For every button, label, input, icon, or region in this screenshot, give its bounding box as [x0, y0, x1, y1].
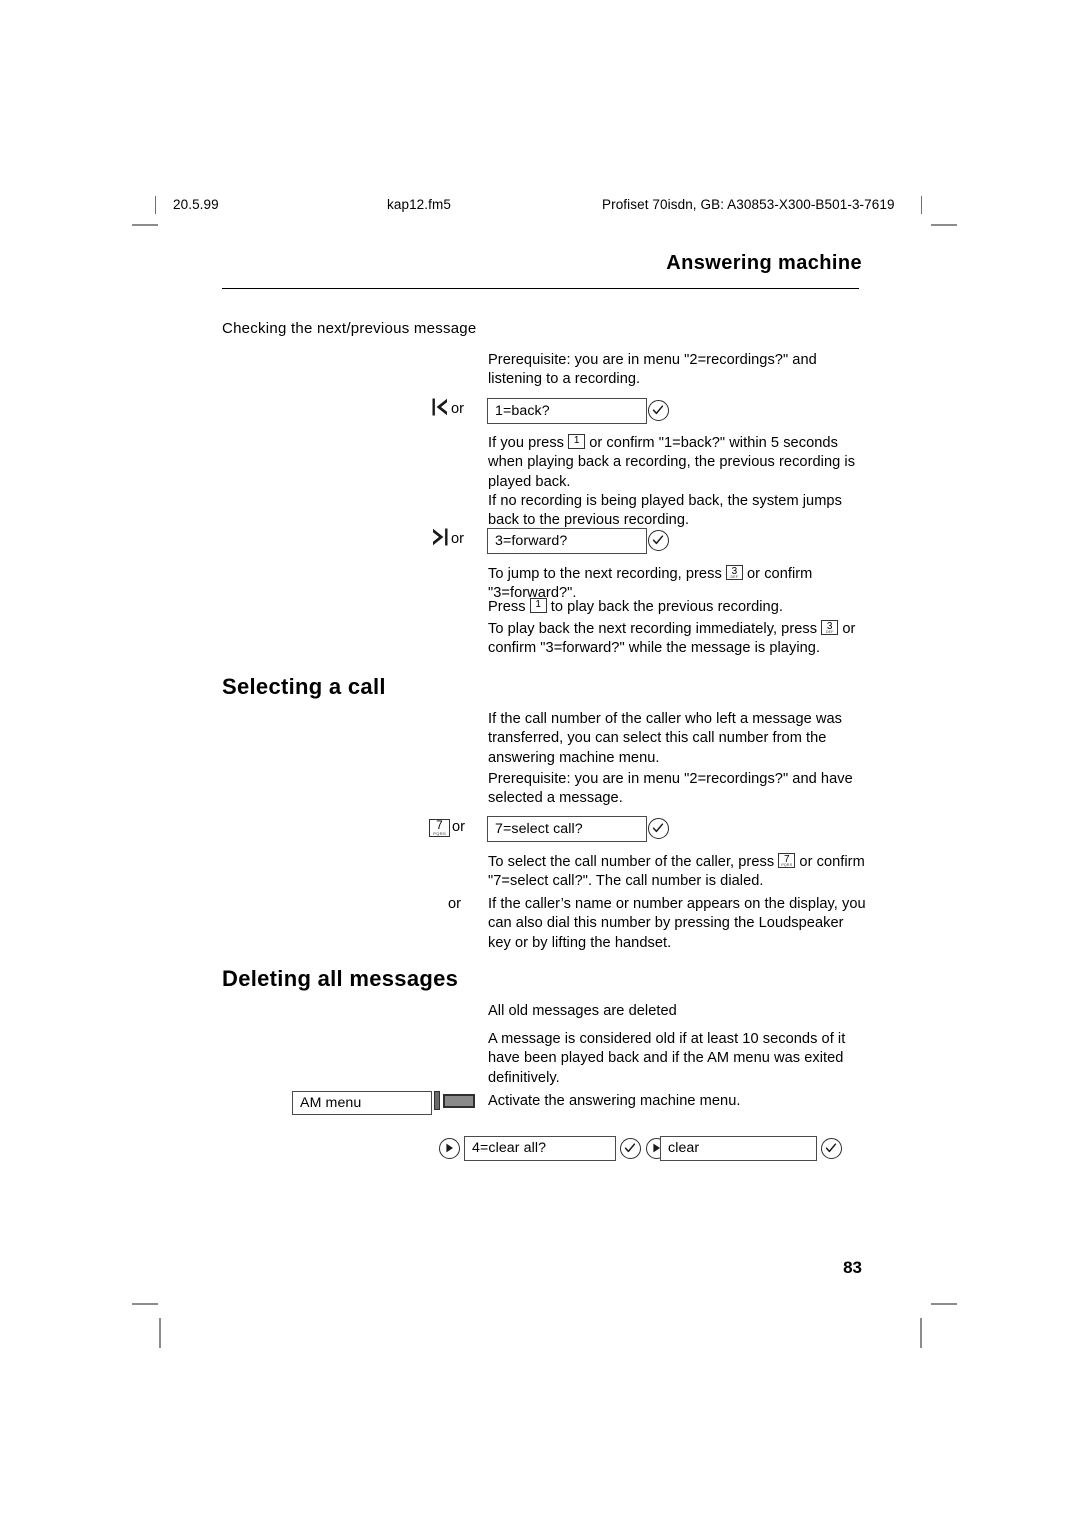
key-1-number: 1: [535, 598, 541, 610]
back-text-lead: If you press: [488, 435, 569, 451]
am-menu-description: Activate the answering machine menu.: [488, 1093, 741, 1109]
display-3-forward[interactable]: 3=forward?: [487, 528, 647, 554]
crop-mark-top-left: [132, 224, 158, 226]
function-key-icon[interactable]: [434, 1091, 440, 1110]
crop-mark-bottom-right: [931, 1303, 957, 1305]
key-1-icon: 1: [568, 434, 586, 449]
checking-intro: Prerequisite: you are in menu "2=recordi…: [488, 352, 817, 388]
selecting-para-2: Prerequisite: you are in menu "2=recordi…: [488, 771, 853, 807]
file-header: 20.5.99 kap12.fm5 Profiset 70isdn, GB: A…: [155, 196, 925, 216]
confirm-check-icon[interactable]: [648, 400, 669, 421]
back-row-or: or: [451, 401, 464, 417]
key-7-number: 7: [436, 819, 443, 832]
key-3-sub: DEF: [825, 629, 834, 634]
key-7-sub: PQRS: [781, 862, 793, 867]
running-head: Answering machine: [666, 252, 862, 274]
checking-back-text-2: If no recording is being played back, th…: [488, 493, 842, 529]
selecting-para-1: If the call number of the caller who lef…: [488, 711, 842, 766]
checking-back-text-1: If you press 1 or confirm "1=back?" with…: [488, 434, 868, 492]
deleting-para-2: A message is considered old if at least …: [488, 1031, 846, 1086]
fwd-text2-lead: Press: [488, 599, 530, 615]
key-3-number: 3: [826, 620, 833, 632]
key-1-icon: 1: [529, 598, 547, 613]
key-7-sub: PQRS: [433, 830, 446, 836]
fwd-text3-lead: To play back the next recording immediat…: [488, 621, 822, 637]
key-3-number: 3: [731, 565, 738, 577]
header-rule-left: [155, 196, 156, 214]
confirm-check-icon[interactable]: [648, 530, 669, 551]
key-1-number: 1: [573, 434, 580, 446]
crop-tick-bottom-right: [920, 1318, 922, 1348]
select-para3-lead: To select the call number of the caller,…: [488, 854, 779, 870]
display-4-clear-all[interactable]: 4=clear all?: [464, 1136, 616, 1161]
key-3-icon: 3 DEF: [725, 565, 743, 580]
confirm-check-icon[interactable]: [821, 1138, 842, 1159]
page-number: 83: [843, 1258, 862, 1277]
header-rule-right: [921, 196, 922, 214]
document-page: 20.5.99 kap12.fm5 Profiset 70isdn, GB: A…: [0, 0, 1080, 1528]
key-3-icon: 3 DEF: [821, 620, 839, 635]
heading-deleting-all-messages: Deleting all messages: [222, 966, 459, 991]
confirm-check-icon[interactable]: [620, 1138, 641, 1159]
forward-row-or: or: [451, 531, 464, 547]
header-filename: kap12.fm5: [387, 197, 451, 212]
header-date: 20.5.99: [173, 197, 219, 212]
select-row-or: or: [452, 819, 465, 835]
key-7-number: 7: [784, 853, 790, 865]
header-document: Profiset 70isdn, GB: A30853-X300-B501-3-…: [602, 197, 895, 212]
key-7-icon: 7 PQRS: [778, 853, 796, 868]
display-am-menu[interactable]: AM menu: [292, 1091, 432, 1115]
heading-selecting-a-call: Selecting a call: [222, 674, 386, 699]
function-key-lamp-icon[interactable]: [443, 1094, 475, 1108]
display-clear[interactable]: clear: [660, 1136, 817, 1161]
checking-forward-text-3: To play back the next recording immediat…: [488, 620, 868, 659]
skip-back-icon: [432, 398, 448, 416]
crop-tick-bottom-left: [159, 1318, 161, 1348]
running-head-rule: [222, 288, 859, 289]
display-7-select-call[interactable]: 7=select call?: [487, 816, 647, 842]
scroll-next-icon[interactable]: [439, 1138, 460, 1159]
checking-forward-text-2: Press 1 to play back the previous record…: [488, 598, 868, 617]
key-7-icon: 7 PQRS: [429, 819, 450, 837]
crop-mark-bottom-left: [132, 1303, 158, 1305]
fwd-text1-lead: To jump to the next recording, press: [488, 566, 726, 582]
confirm-check-icon[interactable]: [648, 818, 669, 839]
key-3-sub: DEF: [730, 574, 739, 579]
skip-forward-icon: [432, 528, 448, 546]
deleting-para-1: All old messages are deleted: [488, 1003, 677, 1019]
fwd-text2-tail: to play back the previous recording.: [546, 599, 783, 615]
selecting-para-3: To select the call number of the caller,…: [488, 853, 868, 892]
selecting-para-4: If the caller’s name or number appears o…: [488, 896, 866, 951]
crop-mark-top-right: [931, 224, 957, 226]
display-1-back[interactable]: 1=back?: [487, 398, 647, 424]
subheading-checking: Checking the next/previous message: [222, 320, 477, 337]
selecting-or-label: or: [448, 896, 461, 912]
